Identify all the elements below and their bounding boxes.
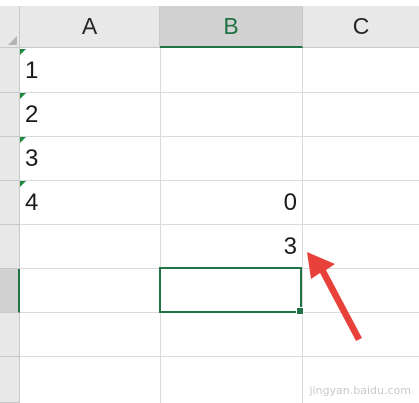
red-arrow-annotation — [307, 252, 362, 341]
spreadsheet-grid[interactable]: A B C 1 2 3 4 0 3 jingyan.baidu.com — [0, 0, 419, 403]
arrow-shape — [307, 252, 362, 341]
watermark-logo: jingyan.baidu.com — [309, 384, 411, 397]
